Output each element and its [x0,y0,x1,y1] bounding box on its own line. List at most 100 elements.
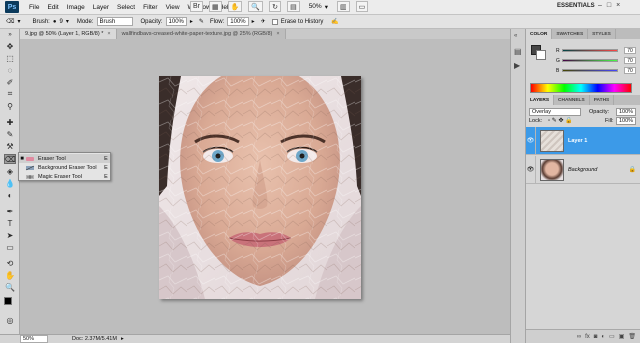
layer-fill-input[interactable]: 100% [616,117,636,125]
flyout-item-eraser[interactable]: ■ Eraser Tool E [19,154,110,163]
eyedropper-tool-icon[interactable]: ⚲ [4,101,16,111]
tab-document-1[interactable]: 9.jpg @ 50% (Layer 1, RGB/8) * × [20,29,117,39]
zoom-select[interactable]: 50% ▾ [306,1,331,12]
lock-icons[interactable]: ▫ ✎ ✥ 🔒 [548,117,573,124]
zoom-icon[interactable]: 🔍 [248,1,264,12]
tab-channels[interactable]: CHANNELS [554,95,590,105]
layer-name[interactable]: Layer 1 [568,138,587,144]
type-tool-icon[interactable]: T [4,218,16,228]
eraser-tool-icon[interactable]: ⌫ [4,154,16,164]
paint-bucket-tool-icon[interactable]: ◈ [4,166,16,176]
tab-document-2[interactable]: wallfindbavs-creased-white-paper-texture… [116,29,286,39]
marquee-tool-icon[interactable]: ⬚ [4,53,16,63]
layer-opacity-input[interactable]: 100% [616,108,636,116]
foreground-color-swatch[interactable] [4,297,12,305]
slider-track[interactable] [562,69,618,72]
tab-layers[interactable]: LAYERS [526,95,555,105]
actions-panel-icon[interactable]: ▶ [514,61,520,70]
link-icon[interactable]: ∞ [577,334,581,340]
slider-green[interactable]: G 70 [556,57,636,64]
tab-swatches[interactable]: SWATCHES [552,29,589,39]
hand-tool-icon[interactable]: ✋ [4,270,16,280]
tablet-pressure-button[interactable]: ✍ [331,18,338,25]
tab-styles[interactable]: STYLES [588,29,616,39]
collapse-icon[interactable]: » [4,32,16,38]
slider-blue[interactable]: B 70 [556,67,636,74]
history-panel-icon[interactable]: ▤ [514,47,522,56]
workspace-switcher[interactable]: ESSENTIALS [557,3,595,9]
flyout-item-background-eraser[interactable]: Background Eraser Tool E [19,163,110,172]
menu-view[interactable]: View [162,4,184,11]
pressure-opacity-button[interactable]: ✎ [199,18,204,25]
menu-image[interactable]: Image [63,4,89,11]
folder-icon[interactable]: ▭ [609,333,615,340]
crop-tool-icon[interactable]: ⌗ [4,89,16,99]
blur-tool-icon[interactable]: 💧 [4,178,16,188]
background-color-swatch[interactable] [536,50,546,60]
blend-mode-select[interactable]: Overlay [529,108,581,116]
airbrush-button[interactable]: ✈ [261,18,266,25]
status-zoom[interactable]: 50% [20,335,48,343]
minimize-icon[interactable]: – [598,2,602,9]
arrange-documents-icon[interactable]: ▥ [336,1,350,12]
quick-selection-tool-icon[interactable]: ✐ [4,77,16,87]
clone-stamp-tool-icon[interactable]: ⚒ [4,141,16,151]
mini-bridge-icon[interactable]: ▦ [209,1,222,12]
menu-edit[interactable]: Edit [43,4,62,11]
healing-brush-tool-icon[interactable]: ✚ [4,117,16,127]
fx-icon[interactable]: fx [585,334,590,340]
dodge-tool-icon[interactable]: ◐ [4,190,16,200]
layer-row[interactable]: 👁 Layer 1 [526,127,640,155]
new-layer-icon[interactable]: ▣ [619,333,625,340]
brush-picker[interactable]: Brush: ● 9 ▾ [33,18,69,26]
document-canvas[interactable] [159,76,361,299]
chevron-down-icon[interactable]: ▸ [190,18,193,25]
3d-rotate-tool-icon[interactable]: ⟲ [4,258,16,268]
eye-icon[interactable]: 👁 [526,127,536,154]
zoom-tool-icon[interactable]: 🔍 [4,282,16,292]
menu-select[interactable]: Select [113,4,139,11]
layer-name[interactable]: Background [568,167,597,173]
move-tool-icon[interactable]: ✥ [4,41,16,51]
mode-select[interactable]: Brush [96,17,133,26]
slider-red[interactable]: R 70 [556,47,636,54]
pen-tool-icon[interactable]: ✒ [4,206,16,216]
adjustment-icon[interactable]: ◐ [601,334,605,340]
hand-icon[interactable]: ✋ [227,1,243,12]
shape-tool-icon[interactable]: ▭ [4,242,16,252]
slider-track[interactable] [562,59,618,62]
menu-filter[interactable]: Filter [139,4,161,11]
color-spectrum[interactable] [530,83,632,93]
lasso-tool-icon[interactable]: ◌ [4,65,16,75]
quick-mask-icon[interactable]: ◎ [4,315,16,325]
collapse-icon[interactable]: « [514,33,517,39]
channel-value[interactable]: 70 [624,47,636,54]
trash-icon[interactable]: 🗑 [628,333,636,340]
grid-icon[interactable]: ▤ [287,1,300,12]
brush-tool-icon[interactable]: ✎ [4,129,16,139]
slider-track[interactable] [562,49,618,52]
channel-value[interactable]: 70 [624,57,636,64]
close-icon[interactable]: × [276,31,279,37]
opacity-input[interactable]: 100% [165,17,187,26]
bridge-icon[interactable]: Br [190,1,203,12]
tab-color[interactable]: COLOR [526,29,553,39]
screen-mode-icon[interactable]: ▭ [355,1,369,12]
close-icon[interactable]: × [616,2,620,9]
close-icon[interactable]: × [107,31,110,37]
chevron-right-icon[interactable]: ▸ [121,336,124,342]
tab-paths[interactable]: PATHS [590,95,615,105]
maximize-icon[interactable]: □ [607,2,611,9]
tool-preset[interactable]: ⌫ ▾ [6,18,21,25]
channel-value[interactable]: 70 [624,67,636,74]
menu-layer[interactable]: Layer [89,4,113,11]
flow-input[interactable]: 100% [227,17,249,26]
canvas-area[interactable] [20,39,510,334]
rotate-view-icon[interactable]: ↻ [269,1,282,12]
mask-icon[interactable]: ◙ [594,334,598,340]
chevron-down-icon[interactable]: ▸ [252,18,255,25]
layer-row[interactable]: 👁 Background 🔒 [526,156,640,184]
erase-history-checkbox[interactable]: Erase to History [271,18,323,25]
path-selection-tool-icon[interactable]: ➤ [4,230,16,240]
flyout-item-magic-eraser[interactable]: Magic Eraser Tool E [19,172,110,181]
